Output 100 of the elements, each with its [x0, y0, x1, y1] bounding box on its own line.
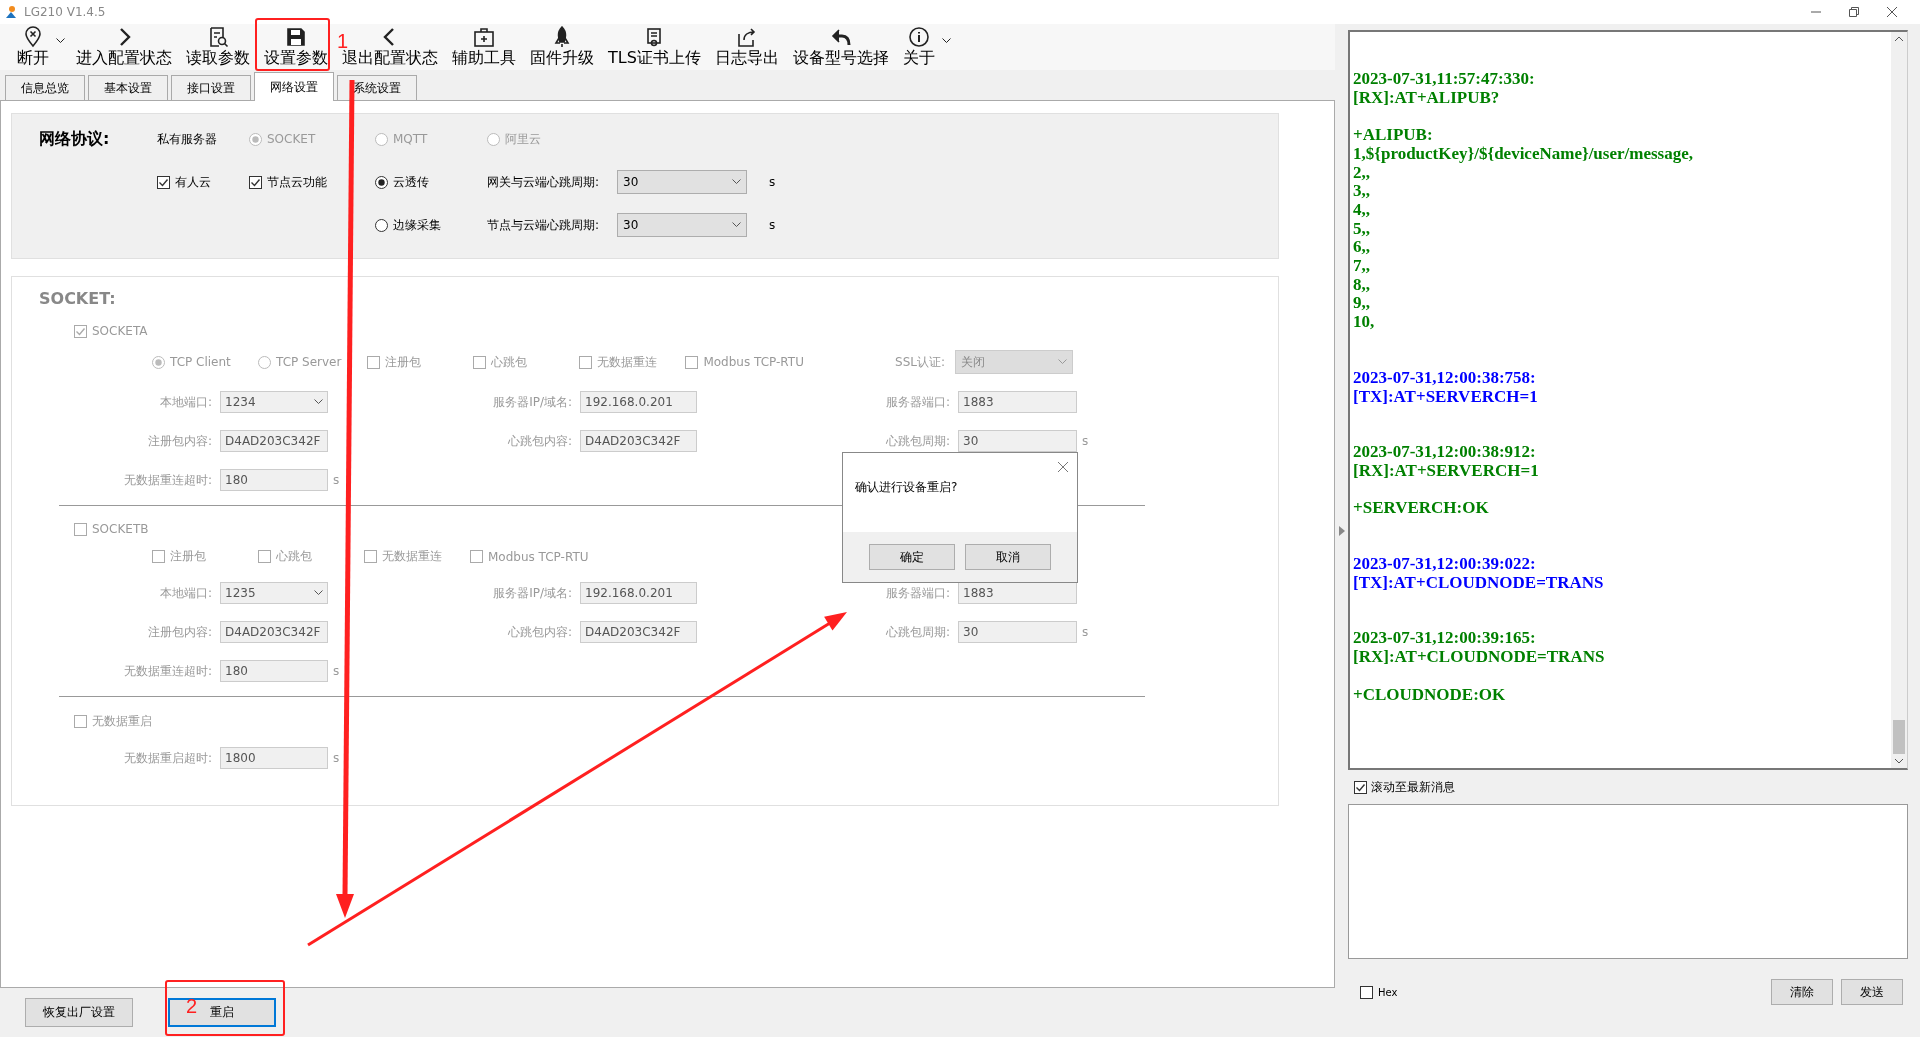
field-label: 私有服务器 [157, 130, 218, 148]
checkbox[interactable] [473, 355, 487, 369]
checkbox[interactable] [157, 175, 170, 189]
toolbar-button[interactable]: 读取参数 [179, 26, 257, 70]
input-field[interactable]: 180 [220, 469, 328, 491]
unit-label: s [768, 175, 777, 189]
field-label: 心跳包周期: [884, 432, 950, 450]
app-logo-icon [4, 5, 18, 19]
send-input-field[interactable] [1348, 804, 1908, 959]
input-field[interactable]: 192.168.0.201 [580, 391, 697, 413]
checkbox[interactable] [74, 522, 87, 536]
option-label: SOCKET [267, 132, 316, 146]
checkbox[interactable] [579, 355, 593, 369]
toolbar-button[interactable]: 辅助工具 [445, 26, 523, 70]
info-icon [907, 26, 930, 48]
input-field[interactable]: D4AD203C342F [220, 621, 328, 643]
field-label: 心跳包内容: [506, 623, 572, 641]
toolbar-button[interactable]: TLS证书上传 [601, 26, 708, 70]
log-entry: 2023-07-31,11:57:47:330: [RX]:AT+ALIPUB? +ALIPUB: 1,${productKey}/${deviceName}/user/message, 2,, 3,, 4,, 5,, 6,, 7,, 8,, 9,, 10, [1353, 70, 1694, 332]
action-button[interactable]: 清除 [1771, 979, 1833, 1005]
scrollbar-thumb[interactable] [1893, 720, 1905, 754]
toolbar-button[interactable]: 关于 [895, 26, 955, 70]
splitter-arrow-icon[interactable] [1338, 525, 1345, 536]
option-label: SOCKETA [92, 324, 148, 338]
unit-label: s [332, 664, 341, 678]
toolbar-button[interactable]: 断开 [10, 26, 69, 70]
tab[interactable]: 系统设置 [337, 75, 417, 100]
field-label: 无数据重启超时: [122, 749, 212, 767]
log-entry: 2023-07-31,12:00:39:022: [TX]:AT+CLOUDNODE=TRANS [1353, 555, 1605, 593]
checkbox[interactable] [258, 550, 271, 563]
checkbox[interactable] [470, 550, 483, 563]
option-label: 心跳包 [491, 353, 528, 371]
input-field[interactable]: D4AD203C342F [580, 621, 697, 643]
input-field[interactable]: 30 [958, 430, 1077, 452]
unit-label: s [332, 751, 341, 765]
field-label: 无数据重连超时: [122, 662, 212, 680]
field-label: 网关与云端心跳周期: [487, 173, 601, 191]
toolbar-button[interactable]: 固件升级 [523, 26, 601, 70]
radio-button[interactable] [152, 355, 165, 369]
checkbox[interactable] [74, 715, 87, 728]
section-title: 网络协议: [39, 128, 111, 150]
action-button[interactable]: 恢复出厂设置 [25, 998, 133, 1027]
option-label: 无数据重启 [92, 713, 152, 730]
port-combo[interactable]: 1234 [220, 391, 328, 413]
option-label: 无数据重连 [597, 353, 658, 371]
input-field[interactable]: 180 [220, 660, 328, 682]
dropdown-caret-icon [314, 590, 323, 596]
option-label: 阿里云 [505, 130, 541, 148]
input-field[interactable]: 1883 [958, 582, 1077, 604]
restore-icon[interactable] [1848, 6, 1860, 18]
interval-combo[interactable]: 30 [617, 213, 747, 237]
interval-combo[interactable]: 30 [617, 170, 747, 194]
scrollbar[interactable] [1891, 32, 1907, 768]
log-entry: 2023-07-31,12:00:38:912: [RX]:AT+SERVERCH=1 +SERVERCH:OK [1353, 443, 1540, 519]
checkbox[interactable] [364, 550, 377, 563]
input-field[interactable]: D4AD203C342F [220, 430, 328, 452]
log-entry: 2023-07-31,12:00:39:165: [RX]:AT+CLOUDNODE=TRANS +CLOUDNODE:OK [1353, 629, 1606, 705]
option-label: 注册包 [385, 353, 422, 371]
checkbox[interactable] [685, 355, 699, 369]
option-label: MQTT [393, 132, 428, 146]
toolbar-button[interactable]: 设备型号选择 [785, 26, 896, 70]
dialog-button[interactable]: 确定 [869, 544, 955, 570]
dialog-message: 确认进行设备重启? [854, 479, 959, 496]
checkbox[interactable] [74, 324, 87, 338]
tab[interactable]: 接口设置 [171, 75, 251, 100]
input-field[interactable]: D4AD203C342F [580, 430, 697, 452]
dropdown-caret-icon [941, 38, 951, 44]
checkbox[interactable] [1360, 985, 1373, 999]
tab[interactable]: 网络设置 [254, 72, 334, 101]
radio-button[interactable] [258, 355, 271, 369]
tab[interactable]: 基本设置 [88, 75, 168, 100]
field-label: 服务器IP/域名: [492, 584, 572, 602]
window-title: LG210 V1.4.5 [24, 5, 106, 19]
checkbox[interactable] [249, 175, 262, 189]
port-combo[interactable]: 1235 [220, 582, 328, 604]
input-field[interactable]: 1800 [220, 747, 328, 769]
toolbar-button[interactable]: 进入配置状态 [69, 26, 179, 70]
unit-label: s [1081, 434, 1090, 448]
input-field[interactable]: 192.168.0.201 [580, 582, 697, 604]
checkbox[interactable] [152, 550, 165, 563]
toolbar-button[interactable]: 日志导出 [707, 26, 786, 70]
radio-button[interactable] [375, 175, 388, 189]
input-field[interactable]: 30 [958, 621, 1077, 643]
export-icon [735, 26, 758, 48]
field-label: 服务器端口: [884, 584, 950, 602]
close-icon[interactable] [1057, 461, 1069, 473]
toolbox-icon [473, 26, 495, 48]
checkbox[interactable] [1354, 780, 1367, 794]
dialog-button[interactable]: 取消 [965, 544, 1051, 570]
input-field[interactable]: 1883 [958, 391, 1077, 413]
close-icon[interactable] [1886, 6, 1898, 18]
radio-button[interactable] [375, 218, 388, 232]
action-button[interactable]: 发送 [1841, 979, 1903, 1005]
option-label: 注册包 [170, 548, 206, 565]
annotation-number: 2 [186, 995, 198, 1017]
tab[interactable]: 信息总览 [5, 75, 85, 100]
toolbar-button[interactable]: 设置参数 [257, 26, 335, 70]
checkbox[interactable] [367, 355, 381, 369]
section-title: SOCKET: [38, 289, 117, 308]
option-label: Modbus TCP-RTU [703, 355, 804, 369]
